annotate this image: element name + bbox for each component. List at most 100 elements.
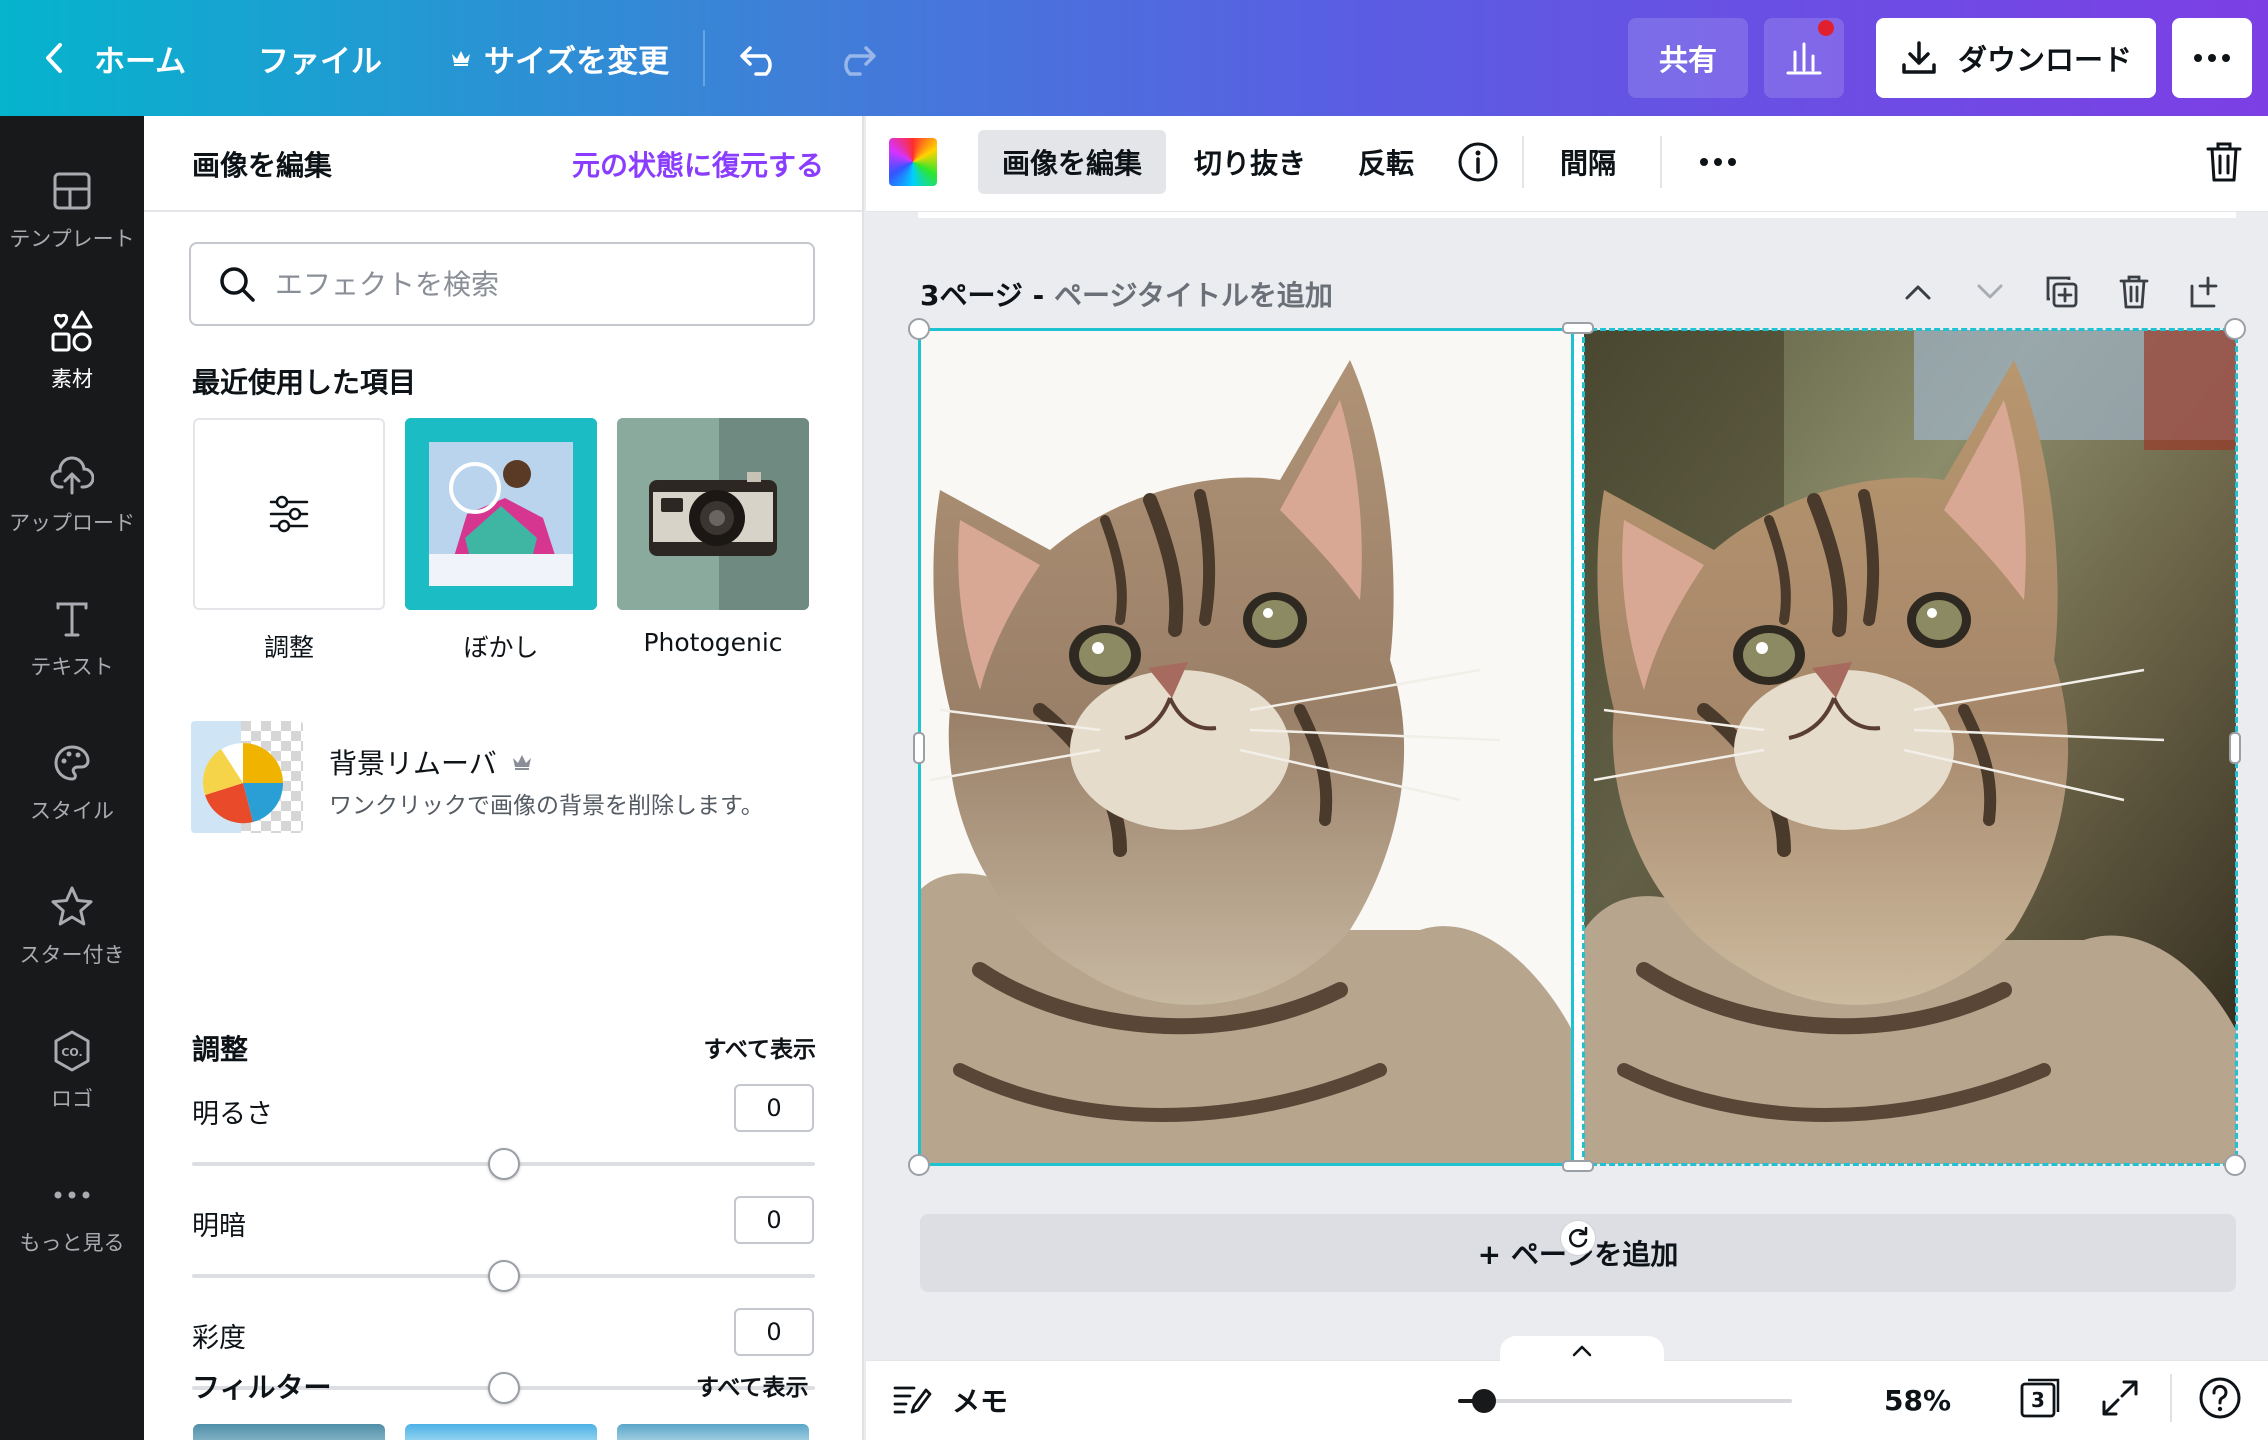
home-label: ホーム bbox=[94, 43, 187, 80]
add-page-below-button[interactable] bbox=[2184, 270, 2228, 314]
file-menu[interactable]: ファイル bbox=[258, 0, 382, 116]
zoom-slider[interactable] bbox=[1458, 1399, 1792, 1403]
trash-icon bbox=[2206, 142, 2242, 182]
filter-thumb[interactable] bbox=[617, 1424, 809, 1440]
brightness-label: 明るさ bbox=[192, 1099, 273, 1130]
flip-button[interactable]: 反転 bbox=[1346, 130, 1426, 194]
zoom-slider-knob[interactable] bbox=[1472, 1389, 1496, 1413]
recent-tile-label: 調整 bbox=[263, 633, 314, 662]
saturation-slider-knob[interactable] bbox=[487, 1372, 520, 1404]
effects-search[interactable] bbox=[189, 242, 815, 326]
rotate-handle[interactable] bbox=[1560, 1220, 1596, 1256]
rail-item-starred[interactable]: スター付き bbox=[0, 866, 144, 986]
edit-image-button[interactable]: 画像を編集 bbox=[978, 130, 1166, 194]
fullscreen-button[interactable] bbox=[2100, 1378, 2140, 1422]
chevron-left-icon bbox=[46, 43, 62, 73]
logo-icon: CO. bbox=[48, 1027, 96, 1075]
page-title[interactable]: 3ページ - ページタイトルを追加 bbox=[920, 274, 1333, 314]
page-down-button[interactable] bbox=[1968, 270, 2012, 314]
crop-button[interactable]: 切り抜き bbox=[1184, 130, 1316, 194]
recent-tile-photogenic[interactable] bbox=[617, 418, 809, 610]
filter-thumb[interactable] bbox=[405, 1424, 597, 1440]
palette-icon bbox=[48, 739, 96, 787]
rail-item-text[interactable]: テキスト bbox=[0, 578, 144, 698]
redo-button[interactable] bbox=[832, 0, 878, 116]
rail-item-templates[interactable]: テンプレート bbox=[0, 150, 144, 270]
home-button[interactable]: ホーム bbox=[40, 0, 186, 116]
more-icon bbox=[48, 1171, 96, 1219]
brightness-slider[interactable] bbox=[192, 1148, 815, 1180]
duplicate-page-button[interactable] bbox=[2040, 270, 2084, 314]
kitten-image bbox=[1584, 330, 2236, 1164]
color-picker-button[interactable] bbox=[888, 130, 938, 194]
adjust-see-all[interactable]: すべて表示 bbox=[704, 1030, 816, 1064]
reset-link[interactable]: 元の状態に復元する bbox=[572, 144, 824, 184]
share-button[interactable]: 共有 bbox=[1628, 18, 1748, 98]
filters-see-all[interactable]: すべて表示 bbox=[696, 1368, 808, 1402]
resize-handle[interactable] bbox=[2224, 318, 2246, 340]
toolbar-divider bbox=[1660, 136, 1662, 188]
bottom-divider bbox=[2170, 1374, 2172, 1422]
filter-thumb[interactable] bbox=[193, 1424, 385, 1440]
brightness-value[interactable]: 0 bbox=[734, 1084, 814, 1132]
rail-item-uploads[interactable]: アップロード bbox=[0, 434, 144, 554]
kitten-photo-right[interactable] bbox=[1584, 330, 2236, 1164]
chevron-down-icon bbox=[1977, 284, 2003, 299]
download-button[interactable]: ダウンロード bbox=[1876, 18, 2156, 98]
contrast-slider[interactable] bbox=[192, 1260, 815, 1292]
rail-item-logos[interactable]: CO. ロゴ bbox=[0, 1010, 144, 1130]
kitten-photo-left[interactable] bbox=[920, 330, 1572, 1164]
more-icon bbox=[1700, 158, 1736, 166]
design-page[interactable] bbox=[920, 330, 2236, 1164]
insights-button[interactable] bbox=[1764, 18, 1844, 98]
edit-image-panel: 画像を編集 元の状態に復元する 最近使用した項目 bbox=[144, 116, 864, 1440]
undo-button[interactable] bbox=[738, 0, 784, 116]
page-up-button[interactable] bbox=[1896, 270, 1940, 314]
recent-tile-blur[interactable] bbox=[405, 418, 597, 610]
rail-item-styles[interactable]: スタイル bbox=[0, 722, 144, 842]
bg-remover-thumbnail[interactable] bbox=[191, 721, 303, 833]
contrast-value[interactable]: 0 bbox=[734, 1196, 814, 1244]
delete-button[interactable] bbox=[2196, 130, 2252, 194]
page-count-button[interactable]: 3 bbox=[2018, 1376, 2062, 1420]
resize-handle[interactable] bbox=[2224, 1154, 2246, 1176]
effects-search-input[interactable] bbox=[275, 267, 795, 301]
notes-label: メモ bbox=[952, 1385, 1009, 1418]
resize-handle[interactable] bbox=[913, 732, 925, 764]
saturation-value[interactable]: 0 bbox=[734, 1308, 814, 1356]
beach-ball-icon bbox=[191, 721, 284, 833]
resize-button[interactable]: サイズを変更 bbox=[450, 0, 669, 116]
rail-item-more[interactable]: もっと見る bbox=[0, 1154, 144, 1274]
spacing-button[interactable]: 間隔 bbox=[1548, 130, 1628, 194]
resize-handle[interactable] bbox=[1562, 322, 1594, 334]
resize-handle[interactable] bbox=[908, 318, 930, 340]
redo-icon bbox=[844, 46, 876, 76]
contrast-slider-knob[interactable] bbox=[487, 1260, 520, 1292]
sliders-icon bbox=[269, 495, 309, 533]
resize-handle[interactable] bbox=[908, 1154, 930, 1176]
recent-tile-adjust[interactable] bbox=[193, 418, 385, 610]
svg-text:CO.: CO. bbox=[61, 1046, 82, 1059]
duplicate-icon bbox=[2046, 276, 2078, 308]
page-title-placeholder[interactable]: ページタイトルを追加 bbox=[1054, 279, 1333, 312]
camera-preview-image bbox=[617, 418, 809, 610]
page-panel-toggle[interactable] bbox=[1500, 1336, 1664, 1366]
more-options-button[interactable] bbox=[1682, 130, 1754, 194]
help-button[interactable] bbox=[2198, 1376, 2242, 1424]
context-toolbar: 画像を編集 切り抜き 反転 間隔 bbox=[866, 116, 2268, 212]
download-icon bbox=[1902, 41, 1936, 74]
top-bar: ホーム ファイル サイズを変更 共有 ダウンロード bbox=[0, 0, 2268, 116]
delete-page-button[interactable] bbox=[2112, 270, 2156, 314]
resize-handle[interactable] bbox=[2229, 732, 2241, 764]
more-menu-button[interactable] bbox=[2172, 18, 2252, 98]
bg-remover-title[interactable]: 背景リムーバ bbox=[329, 742, 533, 782]
recent-tile-label: ぼかし bbox=[463, 633, 539, 662]
saturation-label: 彩度 bbox=[192, 1323, 246, 1354]
recent-tile-label: Photogenic bbox=[643, 628, 783, 657]
notes-button[interactable]: メモ bbox=[892, 1380, 1008, 1420]
brightness-slider-knob[interactable] bbox=[487, 1148, 520, 1180]
zoom-value[interactable]: 58% bbox=[1884, 1384, 1951, 1417]
info-button[interactable] bbox=[1448, 130, 1508, 194]
rail-item-elements[interactable]: 素材 bbox=[0, 290, 144, 410]
resize-handle[interactable] bbox=[1562, 1160, 1594, 1172]
